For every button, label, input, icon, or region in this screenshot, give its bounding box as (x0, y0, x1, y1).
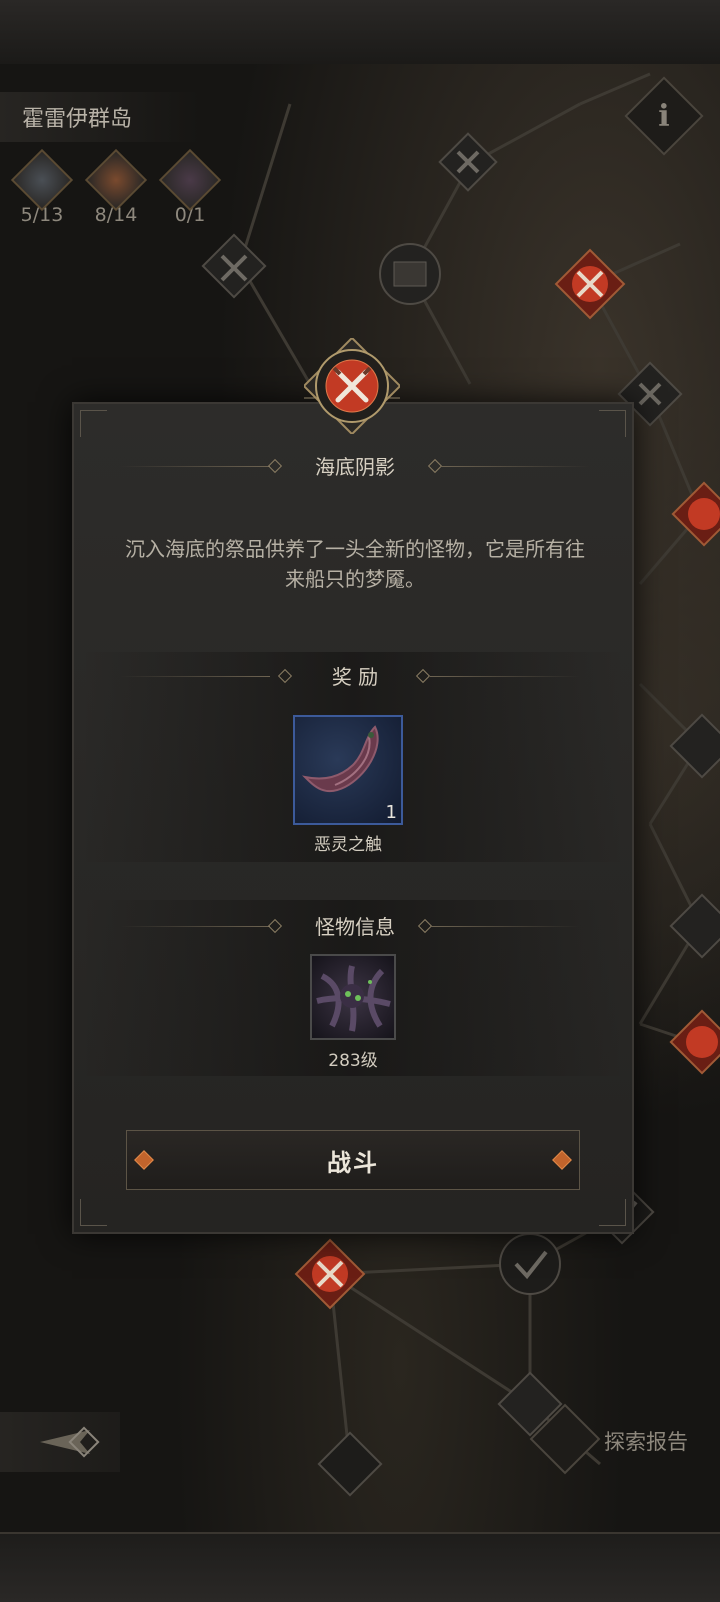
monster-level: 283级 (328, 1051, 378, 1071)
chest-counter-iron: 5/13 (10, 148, 74, 226)
map-node-battle[interactable] (554, 248, 626, 320)
map-node-battle[interactable] (294, 1238, 366, 1310)
corner-ornament (80, 1199, 107, 1226)
divider-line (440, 466, 590, 467)
monster-portrait[interactable] (310, 954, 396, 1040)
top-bar (0, 0, 720, 66)
stage-description: 沉入海底的祭品供养了一头全新的怪物，它是所有往来船只的梦魇。 (125, 537, 585, 591)
map-node-locked[interactable] (669, 893, 720, 959)
divider-line (430, 676, 580, 677)
dialog-title: 海底阴影 (315, 455, 395, 479)
dialog-title-divider: 海底阴影 (120, 452, 590, 482)
map-node-locked-chest[interactable] (379, 243, 441, 305)
reward-item-name: 恶灵之触 (314, 835, 382, 855)
divider-line (430, 926, 580, 927)
chest-counter-bronze: 8/14 (84, 148, 148, 226)
iron-chest-icon (10, 148, 74, 212)
chest-counters: 5/13 8/14 0/1 (10, 148, 222, 226)
fight-button[interactable]: 战斗 (126, 1130, 580, 1190)
reward-item-slot[interactable]: 1 (293, 715, 403, 825)
corner-ornament (80, 410, 107, 437)
info-icon: i (658, 98, 670, 134)
chest-counter-ornate: 0/1 (158, 148, 222, 226)
monster-section-label: 怪物信息 (315, 915, 395, 939)
region-name: 霍雷伊群岛 (22, 107, 133, 132)
exploration-report-button[interactable]: 探索报告 (526, 1403, 720, 1476)
exploration-report-label: 探索报告 (604, 1430, 688, 1454)
ornate-chest-icon (158, 148, 222, 212)
reward-quantity: 1 (385, 802, 397, 823)
scroll-icon (529, 1403, 601, 1475)
map-node-completed[interactable] (317, 1431, 383, 1497)
corner-ornament (599, 410, 626, 437)
reward-divider: 奖 励 (120, 662, 590, 692)
reward-section-label: 奖 励 (331, 665, 379, 689)
back-arrow-icon (40, 1426, 100, 1458)
back-button[interactable] (0, 1412, 120, 1472)
fight-button-label: 战斗 (327, 1148, 379, 1177)
corner-ornament (599, 1199, 626, 1226)
crossed-swords-emblem-icon (304, 338, 400, 434)
bottom-bar (0, 1532, 720, 1602)
tentacle-monster-icon (316, 965, 391, 1032)
map-node-completed[interactable] (499, 1233, 561, 1295)
map-node-battle[interactable] (669, 1009, 720, 1075)
map-node-locked-battle[interactable] (201, 233, 267, 299)
region-title: 霍雷伊群岛 (0, 92, 200, 142)
bronze-chest-icon (84, 148, 148, 212)
map-node-locked-battle[interactable] (438, 132, 498, 192)
monster-divider: 怪物信息 (120, 912, 590, 942)
